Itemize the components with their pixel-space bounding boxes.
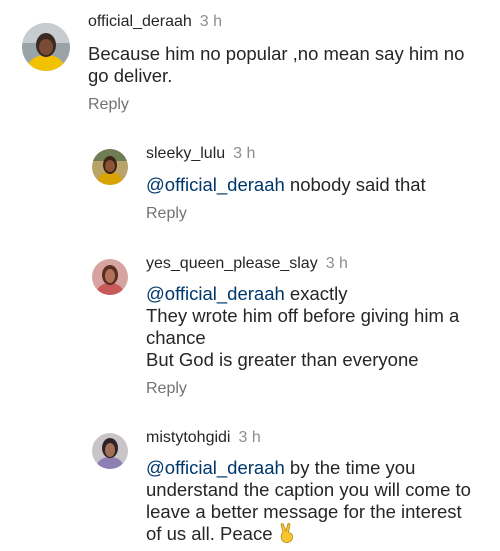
comment-username[interactable]: official_deraah [88, 13, 192, 30]
comment-username[interactable]: sleeky_lulu [146, 145, 225, 162]
avatar[interactable] [92, 433, 128, 469]
comment-timestamp: 3 h [233, 145, 256, 162]
victory-hand-icon [278, 523, 296, 548]
comment-text: @official_deraah by the time you underst… [146, 457, 471, 548]
comment-username[interactable]: yes_queen_please_slay [146, 255, 318, 272]
comment-username[interactable]: mistytohgidi [146, 429, 230, 446]
comment-text: @official_deraah nobody said that [146, 174, 426, 195]
avatar[interactable] [22, 23, 70, 71]
mention-link[interactable]: @official_deraah [146, 457, 285, 478]
comment-timestamp: 3 h [238, 429, 261, 446]
reply-button[interactable]: Reply [146, 379, 187, 399]
mention-link[interactable]: @official_deraah [146, 174, 285, 195]
avatar[interactable] [92, 149, 128, 185]
mention-link[interactable]: @official_deraah [146, 283, 285, 304]
avatar[interactable] [92, 259, 128, 295]
reply-button[interactable]: Reply [88, 95, 129, 115]
comment-text: Because him no popular ,no mean say him … [88, 43, 465, 86]
comment-timestamp: 3 h [199, 13, 223, 30]
comment-timestamp: 3 h [325, 255, 348, 272]
comment-text: @official_deraah exactly They wrote him … [146, 283, 460, 370]
reply-button[interactable]: Reply [146, 204, 187, 224]
